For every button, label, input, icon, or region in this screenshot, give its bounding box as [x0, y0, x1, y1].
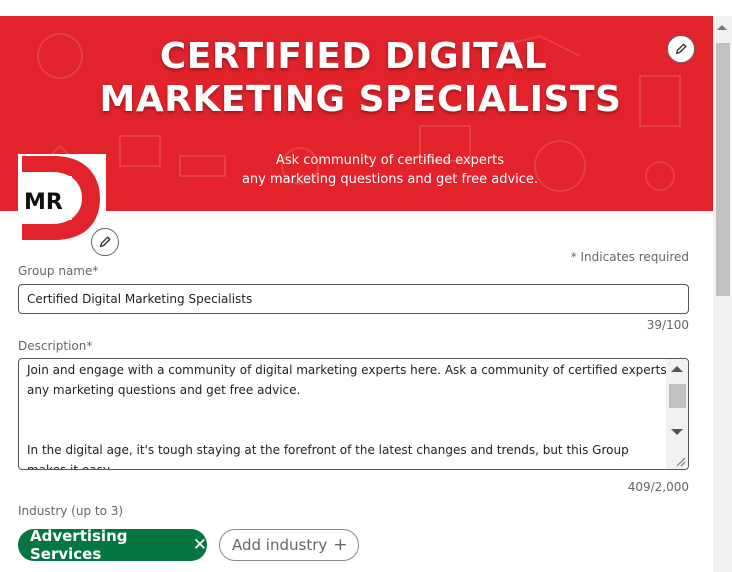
close-icon[interactable]: ✕ — [193, 535, 207, 555]
logo-text: MR — [24, 190, 63, 215]
scroll-down-icon[interactable] — [671, 429, 683, 435]
industry-chip-advertising-services[interactable]: Advertising Services ✕ — [18, 527, 207, 563]
add-industry-label: Add industry — [232, 536, 328, 554]
pencil-icon — [675, 43, 687, 55]
description-counter: 409/2,000 — [627, 480, 689, 494]
description-paragraph-2: In the digital age, it's tough staying a… — [27, 443, 629, 470]
cover-banner: CERTIFIED DIGITAL MARKETING SPECIALISTS … — [0, 16, 713, 211]
scroll-up-icon[interactable] — [671, 366, 683, 372]
page-scrollbar[interactable] — [713, 16, 732, 572]
banner-subtitle-line1: Ask community of certified experts — [275, 153, 505, 168]
group-name-counter: 39/100 — [646, 318, 689, 332]
description-label: Description* — [18, 339, 93, 353]
description-textarea[interactable]: Join and engage with a community of digi… — [18, 358, 689, 470]
banner-title-line2: MARKETING SPECIALISTS — [99, 79, 622, 120]
page-scroll-thumb[interactable] — [716, 43, 730, 296]
add-industry-button[interactable]: Add industry + — [219, 529, 359, 561]
description-scrollbar[interactable] — [666, 359, 688, 469]
industry-chip-label: Advertising Services — [30, 527, 128, 563]
group-name-value: Certified Digital Marketing Specialists — [27, 292, 253, 306]
banner-title-line1: CERTIFIED DIGITAL — [159, 36, 548, 77]
description-scroll-thumb[interactable] — [669, 384, 686, 408]
resize-grip-icon[interactable] — [674, 455, 686, 467]
page-scroll-up-icon[interactable] — [717, 25, 727, 30]
plus-icon: + — [333, 535, 348, 555]
group-name-input[interactable]: Certified Digital Marketing Specialists — [18, 284, 689, 314]
edit-banner-button[interactable] — [667, 35, 695, 63]
banner-subtitle-line2: any marketing questions and get free adv… — [241, 172, 539, 187]
group-name-label: Group name* — [18, 264, 99, 278]
required-note: * Indicates required — [570, 250, 689, 264]
description-text: Join and engage with a community of digi… — [27, 360, 667, 470]
logo-mark: MR — [18, 154, 106, 242]
group-logo: MR — [18, 154, 106, 242]
edit-logo-button[interactable] — [91, 228, 119, 256]
banner-subtitle: Ask community of certified experts any m… — [180, 151, 600, 189]
pencil-icon — [99, 236, 111, 248]
industry-label: Industry (up to 3) — [18, 504, 124, 518]
top-strip — [0, 0, 713, 16]
description-paragraph-1: Join and engage with a community of digi… — [27, 363, 667, 397]
